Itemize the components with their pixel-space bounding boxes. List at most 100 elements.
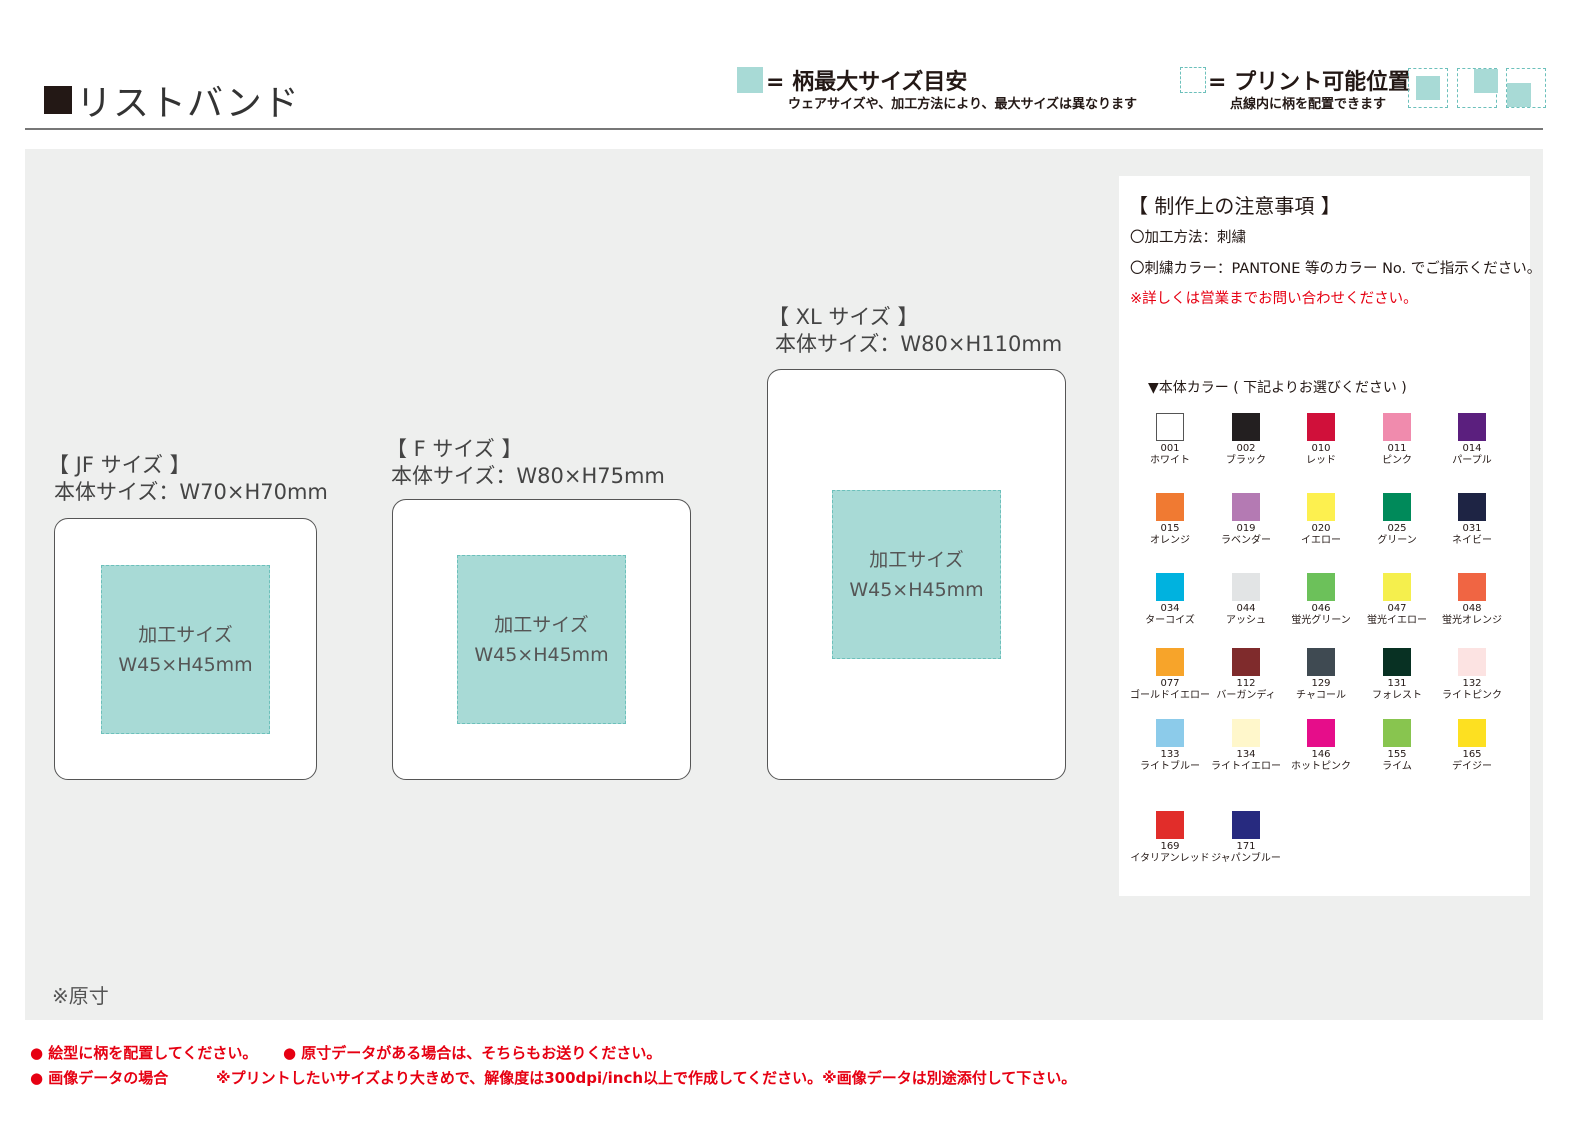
color-code: 011: [1387, 443, 1407, 454]
color-swatch-133[interactable]: 133 ライトブルー: [1132, 719, 1208, 773]
color-code: 002: [1236, 443, 1256, 454]
color-chip: [1383, 413, 1411, 441]
print-area-size: W45×H45mm: [474, 643, 609, 666]
color-code: 134: [1236, 749, 1256, 760]
color-chip: [1458, 413, 1486, 441]
size-title-f: 【 F サイズ 】: [386, 437, 523, 461]
color-chip: [1458, 493, 1486, 521]
size-body-xl: 本体サイズ：W80×H110mm: [775, 332, 1063, 356]
color-chip: [1458, 719, 1486, 747]
print-area-jf[interactable]: 加工サイズ W45×H45mm: [101, 565, 270, 734]
color-swatch-010[interactable]: 010 レッド: [1283, 413, 1359, 467]
color-code: 169: [1160, 841, 1180, 852]
color-swatch-034[interactable]: 034 ターコイズ: [1132, 573, 1208, 627]
color-swatch-001[interactable]: 001 ホワイト: [1132, 413, 1208, 467]
color-code: 165: [1462, 749, 1482, 760]
notes-method: 〇加工方法：刺繍: [1130, 230, 1246, 246]
body-color-heading: ▼本体カラー ( 下記よりお選びください ): [1148, 380, 1407, 396]
color-swatch-165[interactable]: 165 デイジー: [1434, 719, 1510, 773]
size-title-jf: 【 JF サイズ 】: [48, 453, 191, 477]
color-swatch-046[interactable]: 046 蛍光グリーン: [1283, 573, 1359, 627]
color-code: 020: [1311, 523, 1331, 534]
color-code: 146: [1311, 749, 1331, 760]
print-position-swatch-icon: [1180, 67, 1206, 93]
color-swatch-014[interactable]: 014 パープル: [1434, 413, 1510, 467]
print-area-label: 加工サイズ: [494, 613, 589, 636]
color-chip: [1232, 811, 1260, 839]
color-code: 014: [1462, 443, 1482, 454]
color-swatch-048[interactable]: 048 蛍光オレンジ: [1434, 573, 1510, 627]
color-chip: [1307, 413, 1335, 441]
color-swatch-169[interactable]: 169 イタリアンレッド: [1130, 811, 1210, 865]
color-code: 046: [1311, 603, 1331, 614]
color-chip: [1232, 413, 1260, 441]
title-square-icon: [44, 86, 72, 114]
header-divider: [25, 128, 1543, 130]
color-code: 133: [1160, 749, 1180, 760]
footer-note-1: ● 絵型に柄を配置してください。: [30, 1044, 258, 1062]
original-size-note: ※原寸: [52, 984, 109, 1008]
color-name: デイジー: [1452, 761, 1492, 772]
footer-note-2: ● 原寸データがある場合は、そちらもお送りください。: [283, 1044, 662, 1062]
color-chip: [1156, 493, 1184, 521]
color-chip: [1156, 648, 1184, 676]
color-swatch-146[interactable]: 146 ホットピンク: [1283, 719, 1359, 773]
color-swatch-171[interactable]: 171 ジャパンブルー: [1208, 811, 1284, 865]
notes-title: 【 制作上の注意事項 】: [1128, 194, 1341, 218]
color-name: 蛍光オレンジ: [1442, 615, 1502, 626]
color-chip: [1232, 493, 1260, 521]
color-code: 047: [1387, 603, 1407, 614]
legend-print-position-sub: 点線内に柄を配置できます: [1230, 97, 1387, 112]
color-code: 171: [1236, 841, 1256, 852]
color-swatch-020[interactable]: 020 イエロー: [1283, 493, 1359, 547]
print-area-label: 加工サイズ: [138, 623, 233, 646]
color-code: 112: [1236, 678, 1256, 689]
color-code: 010: [1311, 443, 1331, 454]
footer-note-3: ● 画像データの場合: [30, 1069, 169, 1087]
color-code: 019: [1236, 523, 1256, 534]
color-chip: [1232, 719, 1260, 747]
color-code: 132: [1462, 678, 1482, 689]
print-area-size: W45×H45mm: [118, 653, 253, 676]
color-code: 025: [1387, 523, 1407, 534]
position-bottom-right-icon: [1506, 68, 1546, 108]
color-chip: [1156, 573, 1184, 601]
color-swatch-077[interactable]: 077 ゴールドイエロー: [1130, 648, 1210, 702]
color-swatch-031[interactable]: 031 ネイビー: [1434, 493, 1510, 547]
color-chip: [1232, 648, 1260, 676]
size-body-jf: 本体サイズ：W70×H70mm: [54, 480, 328, 504]
color-chip: [1458, 573, 1486, 601]
print-area-f[interactable]: 加工サイズ W45×H45mm: [457, 555, 626, 724]
color-name: ライトピンク: [1442, 690, 1502, 701]
color-swatch-132[interactable]: 132 ライトピンク: [1434, 648, 1510, 702]
print-area-label: 加工サイズ: [869, 548, 964, 571]
notes-embroidery-color: 〇刺繍カラー：PANTONE 等のカラー No. でご指示ください。: [1130, 261, 1542, 277]
color-name: ジャパンブルー: [1211, 853, 1281, 864]
color-code: 031: [1462, 523, 1482, 534]
color-code: 129: [1311, 678, 1331, 689]
legend-max-size-label: = 柄最大サイズ目安: [766, 70, 968, 95]
color-code: 048: [1462, 603, 1482, 614]
color-swatch-129[interactable]: 129 チャコール: [1283, 648, 1359, 702]
color-code: 044: [1236, 603, 1256, 614]
color-chip: [1383, 648, 1411, 676]
color-chip: [1156, 413, 1184, 441]
color-code: 034: [1160, 603, 1180, 614]
legend-max-size-sub: ウェアサイズや、加工方法により、最大サイズは異なります: [788, 97, 1138, 112]
position-top-icon: [1457, 68, 1498, 108]
color-chip: [1307, 493, 1335, 521]
footer-note-4: ※プリントしたいサイズより大きめで、解像度は300dpi/inch以上で作成して…: [216, 1069, 1077, 1087]
print-area-size: W45×H45mm: [849, 578, 984, 601]
color-chip: [1307, 719, 1335, 747]
print-area-xl[interactable]: 加工サイズ W45×H45mm: [832, 490, 1001, 659]
color-chip: [1156, 719, 1184, 747]
notes-contact: ※詳しくは営業までお問い合わせください。: [1130, 291, 1418, 307]
color-chip: [1383, 493, 1411, 521]
color-name: パープル: [1452, 455, 1492, 466]
page-title: リストバンド: [44, 74, 300, 126]
color-code: 015: [1160, 523, 1180, 534]
color-chip: [1458, 648, 1486, 676]
color-chip: [1383, 573, 1411, 601]
color-swatch-015[interactable]: 015 オレンジ: [1132, 493, 1208, 547]
color-code: 001: [1160, 443, 1180, 454]
